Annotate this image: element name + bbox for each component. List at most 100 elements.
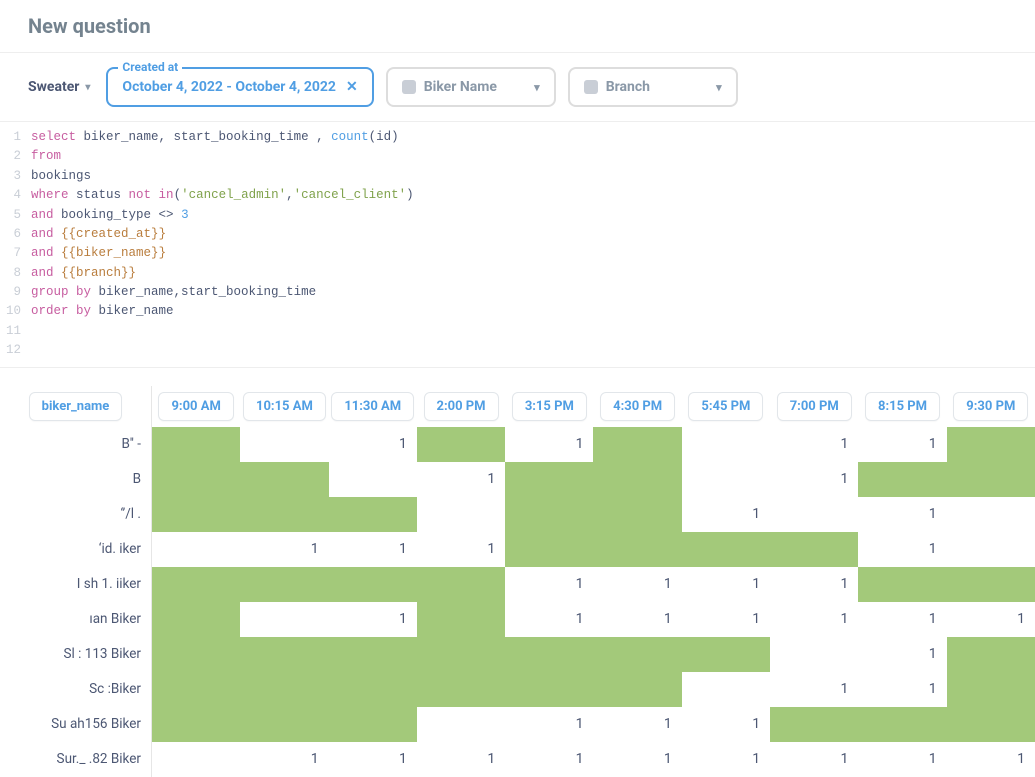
pivot-cell[interactable] [505, 672, 593, 707]
pivot-cell[interactable] [505, 497, 593, 532]
pivot-cell[interactable]: 1 [593, 707, 681, 742]
pivot-cell[interactable] [947, 672, 1035, 707]
pivot-cell[interactable] [152, 637, 240, 672]
pivot-cell[interactable]: 1 [682, 497, 770, 532]
pivot-cell[interactable]: 1 [947, 602, 1035, 637]
pivot-cell[interactable] [593, 427, 681, 462]
pivot-cell[interactable] [947, 427, 1035, 462]
pivot-cell[interactable] [947, 707, 1035, 742]
filter-biker-name[interactable]: Biker Name ▾ [386, 67, 556, 107]
pivot-cell[interactable] [329, 497, 417, 532]
pivot-cell[interactable] [240, 672, 328, 707]
column-chip[interactable]: 5:45 PM [688, 392, 763, 421]
column-chip[interactable]: 10:15 AM [243, 392, 326, 421]
pivot-cell[interactable] [947, 567, 1035, 602]
column-chip[interactable]: 9:00 AM [158, 392, 233, 421]
pivot-cell[interactable] [152, 742, 240, 777]
pivot-cell[interactable] [947, 532, 1035, 567]
column-chip[interactable]: 2:00 PM [424, 392, 499, 421]
pivot-cell[interactable]: 1 [770, 602, 858, 637]
filter-branch[interactable]: Branch ▾ [568, 67, 738, 107]
pivot-cell[interactable] [770, 637, 858, 672]
close-icon[interactable]: ✕ [346, 79, 358, 95]
pivot-cell[interactable] [417, 637, 505, 672]
column-chip[interactable]: 9:30 PM [953, 392, 1028, 421]
pivot-cell[interactable] [417, 567, 505, 602]
pivot-cell[interactable] [505, 462, 593, 497]
pivot-cell[interactable] [329, 707, 417, 742]
pivot-cell[interactable]: 1 [505, 707, 593, 742]
pivot-cell[interactable] [770, 707, 858, 742]
pivot-cell[interactable] [505, 637, 593, 672]
pivot-cell[interactable] [858, 567, 946, 602]
pivot-cell[interactable] [682, 532, 770, 567]
pivot-cell[interactable] [152, 602, 240, 637]
pivot-cell[interactable]: 1 [329, 532, 417, 567]
column-chip[interactable]: 11:30 AM [331, 392, 414, 421]
pivot-cell[interactable]: 1 [240, 532, 328, 567]
pivot-cell[interactable] [947, 637, 1035, 672]
pivot-cell[interactable] [770, 497, 858, 532]
pivot-cell[interactable] [947, 462, 1035, 497]
pivot-cell[interactable] [682, 427, 770, 462]
pivot-cell[interactable]: 1 [770, 567, 858, 602]
pivot-cell[interactable] [240, 427, 328, 462]
row-field-chip[interactable]: biker_name [29, 392, 123, 421]
pivot-cell[interactable]: 1 [858, 742, 946, 777]
pivot-cell[interactable]: 1 [682, 707, 770, 742]
pivot-cell[interactable] [240, 567, 328, 602]
pivot-cell[interactable] [682, 462, 770, 497]
pivot-cell[interactable]: 1 [770, 427, 858, 462]
pivot-cell[interactable]: 1 [858, 637, 946, 672]
pivot-cell[interactable] [858, 462, 946, 497]
pivot-cell[interactable] [329, 637, 417, 672]
pivot-cell[interactable]: 1 [858, 427, 946, 462]
pivot-cell[interactable]: 1 [858, 497, 946, 532]
pivot-cell[interactable] [593, 672, 681, 707]
pivot-cell[interactable] [329, 672, 417, 707]
pivot-cell[interactable] [682, 672, 770, 707]
pivot-cell[interactable]: 1 [682, 602, 770, 637]
pivot-cell[interactable] [947, 497, 1035, 532]
pivot-cell[interactable]: 1 [682, 742, 770, 777]
pivot-cell[interactable] [417, 427, 505, 462]
pivot-cell[interactable] [593, 637, 681, 672]
sql-editor[interactable]: 123456789101112 select biker_name, start… [0, 122, 1035, 368]
database-select[interactable]: Sweater ▾ [24, 73, 94, 101]
pivot-cell[interactable] [152, 567, 240, 602]
pivot-cell[interactable]: 1 [505, 602, 593, 637]
pivot-cell[interactable]: 1 [240, 742, 328, 777]
pivot-cell[interactable]: 1 [593, 602, 681, 637]
pivot-cell[interactable] [152, 497, 240, 532]
pivot-cell[interactable] [417, 497, 505, 532]
pivot-cell[interactable]: 1 [329, 602, 417, 637]
pivot-cell[interactable] [858, 707, 946, 742]
pivot-cell[interactable] [152, 427, 240, 462]
pivot-cell[interactable] [593, 497, 681, 532]
pivot-cell[interactable]: 1 [858, 672, 946, 707]
sql-code[interactable]: select biker_name, start_booking_time , … [31, 128, 434, 361]
column-chip[interactable]: 7:00 PM [777, 392, 852, 421]
pivot-cell[interactable]: 1 [329, 742, 417, 777]
column-chip[interactable]: 3:15 PM [512, 392, 587, 421]
pivot-cell[interactable]: 1 [593, 742, 681, 777]
pivot-cell[interactable]: 1 [505, 567, 593, 602]
pivot-cell[interactable] [329, 567, 417, 602]
pivot-cell[interactable]: 1 [417, 462, 505, 497]
pivot-cell[interactable]: 1 [770, 742, 858, 777]
pivot-cell[interactable]: 1 [770, 462, 858, 497]
pivot-cell[interactable] [240, 707, 328, 742]
pivot-cell[interactable] [770, 532, 858, 567]
pivot-cell[interactable]: 1 [329, 427, 417, 462]
pivot-cell[interactable]: 1 [593, 567, 681, 602]
pivot-cell[interactable] [417, 672, 505, 707]
pivot-cell[interactable]: 1 [947, 742, 1035, 777]
column-chip[interactable]: 4:30 PM [600, 392, 675, 421]
pivot-cell[interactable]: 1 [505, 742, 593, 777]
pivot-cell[interactable] [240, 637, 328, 672]
pivot-cell[interactable]: 1 [417, 532, 505, 567]
pivot-cell[interactable] [682, 637, 770, 672]
filter-created-at[interactable]: Created at October 4, 2022 - October 4, … [106, 67, 373, 107]
pivot-cell[interactable]: 1 [682, 567, 770, 602]
pivot-cell[interactable]: 1 [505, 427, 593, 462]
